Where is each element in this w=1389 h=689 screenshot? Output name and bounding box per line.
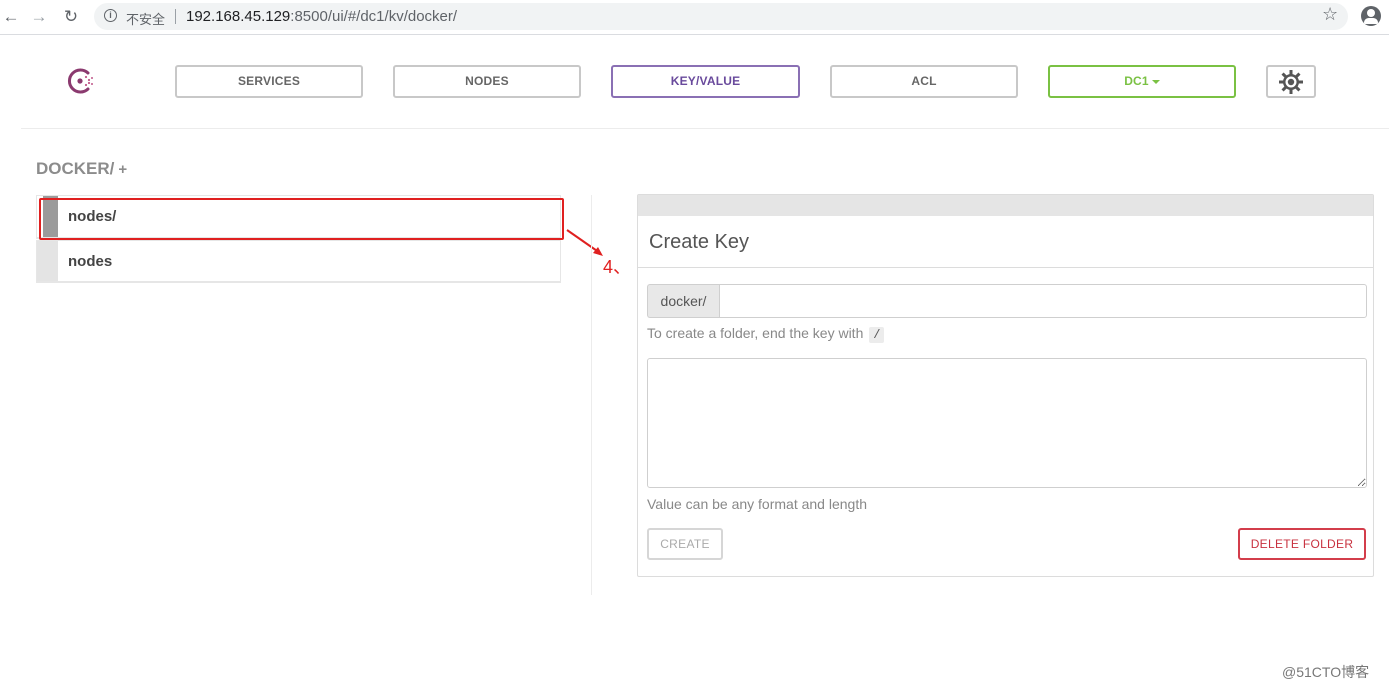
breadcrumb-path[interactable]: DOCKER/: [36, 159, 114, 178]
panel-header-bar: [638, 195, 1373, 216]
url-text[interactable]: 192.168.45.129:8500/ui/#/dc1/kv/docker/: [186, 8, 457, 25]
breadcrumb: DOCKER/+: [36, 159, 127, 179]
datacenter-label: DC1: [1124, 74, 1149, 88]
list-item-label: nodes: [68, 253, 113, 270]
annotation-highlight-box: [39, 198, 564, 240]
reload-icon[interactable]: ↻: [60, 6, 82, 28]
back-icon[interactable]: ←: [0, 6, 22, 28]
annotation-arrow-icon: [566, 229, 603, 256]
bookmark-star-icon[interactable]: ☆: [1322, 4, 1338, 25]
url-path: :8500/ui/#/dc1/kv/docker/: [290, 8, 458, 25]
watermark: @51CTO博客: [1282, 664, 1370, 680]
info-icon[interactable]: i: [104, 9, 117, 22]
forward-icon[interactable]: →: [28, 6, 50, 28]
delete-folder-button[interactable]: DELETE FOLDER: [1238, 528, 1366, 560]
create-button[interactable]: CREATE: [647, 528, 723, 560]
annotation-label: 4、: [603, 257, 632, 277]
datacenter-dropdown[interactable]: DC1: [1048, 65, 1236, 98]
panel-divider: [638, 267, 1373, 268]
tab-services[interactable]: SERVICES: [175, 65, 363, 98]
value-hint: Value can be any format and length: [647, 496, 868, 512]
address-separator: [175, 9, 176, 24]
key-input[interactable]: [719, 284, 1367, 318]
list-item-key[interactable]: nodes: [36, 240, 561, 283]
panel-title: Create Key: [649, 231, 750, 253]
url-host: 192.168.45.129: [186, 8, 291, 25]
column-divider: [591, 195, 592, 595]
address-bar[interactable]: i 不安全 192.168.45.129:8500/ui/#/dc1/kv/do…: [94, 3, 1348, 30]
key-prefix: docker/: [647, 284, 719, 318]
header-divider: [21, 128, 1389, 129]
gear-icon: [1279, 70, 1303, 94]
value-textarea[interactable]: [647, 358, 1367, 488]
security-label: 不安全: [126, 12, 166, 27]
folder-hint: To create a folder, end the key with /: [647, 325, 885, 343]
consul-logo-icon[interactable]: [66, 66, 96, 96]
add-key-icon[interactable]: +: [118, 161, 127, 178]
profile-icon[interactable]: [1361, 6, 1381, 26]
caret-down-icon: [1151, 79, 1160, 84]
create-key-panel: Create Key docker/ To create a folder, e…: [637, 194, 1374, 577]
folder-hint-text: To create a folder, end the key with: [647, 325, 864, 341]
tab-key-value[interactable]: KEY/VALUE: [611, 65, 800, 98]
key-input-group: docker/: [647, 284, 1367, 318]
settings-button[interactable]: [1266, 65, 1316, 98]
folder-hint-code: /: [869, 327, 885, 343]
browser-toolbar: ← → ↻ i 不安全 192.168.45.129:8500/ui/#/dc1…: [0, 0, 1389, 35]
tab-acl[interactable]: ACL: [830, 65, 1018, 98]
key-indicator: [37, 241, 58, 281]
tab-nodes[interactable]: NODES: [393, 65, 581, 98]
